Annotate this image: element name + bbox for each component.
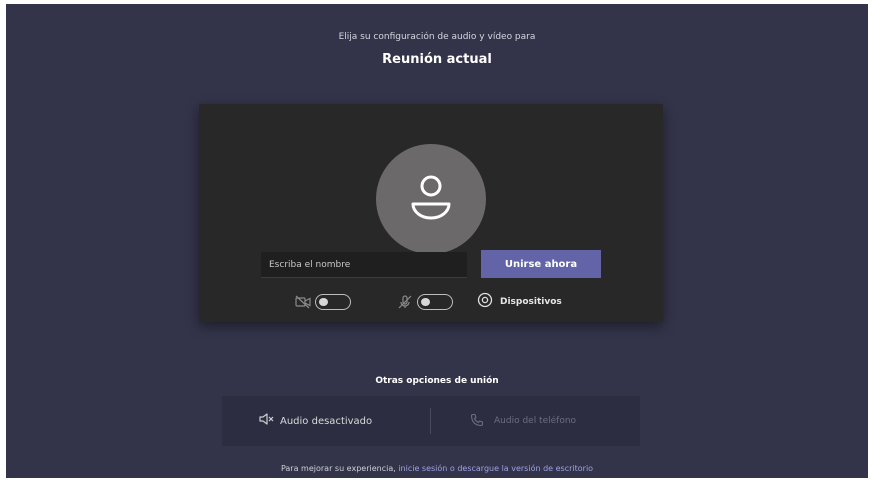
video-preview-card: Unirse ahora — [199, 104, 663, 322]
sign-in-download-link[interactable]: inicie sesión o descargue la versión de … — [398, 464, 593, 473]
speaker-off-icon — [258, 411, 274, 431]
toggle-knob — [421, 297, 430, 306]
page-title: Reunión actual — [382, 52, 492, 67]
gear-icon — [477, 292, 493, 312]
devices-button[interactable]: Dispositivos — [477, 292, 562, 312]
prejoin-screen: Elija su configuración de audio y vídeo … — [6, 4, 868, 478]
phone-icon — [470, 412, 484, 431]
audio-off-label: Audio desactivado — [280, 415, 373, 427]
phone-audio-label: Audio del teléfono — [494, 416, 577, 426]
toggle-knob — [319, 297, 328, 306]
media-controls: Dispositivos — [199, 292, 663, 312]
page-subtitle: Elija su configuración de audio y vídeo … — [338, 32, 536, 42]
other-join-options: Audio desactivado Audio del teléfono — [222, 396, 640, 446]
camera-off-icon — [295, 294, 311, 310]
camera-toggle[interactable] — [315, 294, 351, 310]
phone-audio-option[interactable]: Audio del teléfono — [470, 396, 576, 446]
name-input[interactable] — [261, 252, 467, 278]
divider — [430, 408, 431, 434]
avatar — [376, 144, 486, 254]
other-options-title: Otras opciones de unión — [375, 376, 499, 386]
footer-text: Para mejorar su experiencia, — [280, 464, 396, 473]
mic-off-icon — [397, 294, 413, 310]
devices-label: Dispositivos — [500, 297, 562, 307]
mic-toggle[interactable] — [417, 294, 453, 310]
footer: Para mejorar su experiencia, inicie sesi… — [6, 464, 868, 473]
person-icon — [411, 175, 451, 220]
join-now-button[interactable]: Unirse ahora — [481, 250, 601, 278]
audio-off-option[interactable]: Audio desactivado — [258, 396, 372, 446]
